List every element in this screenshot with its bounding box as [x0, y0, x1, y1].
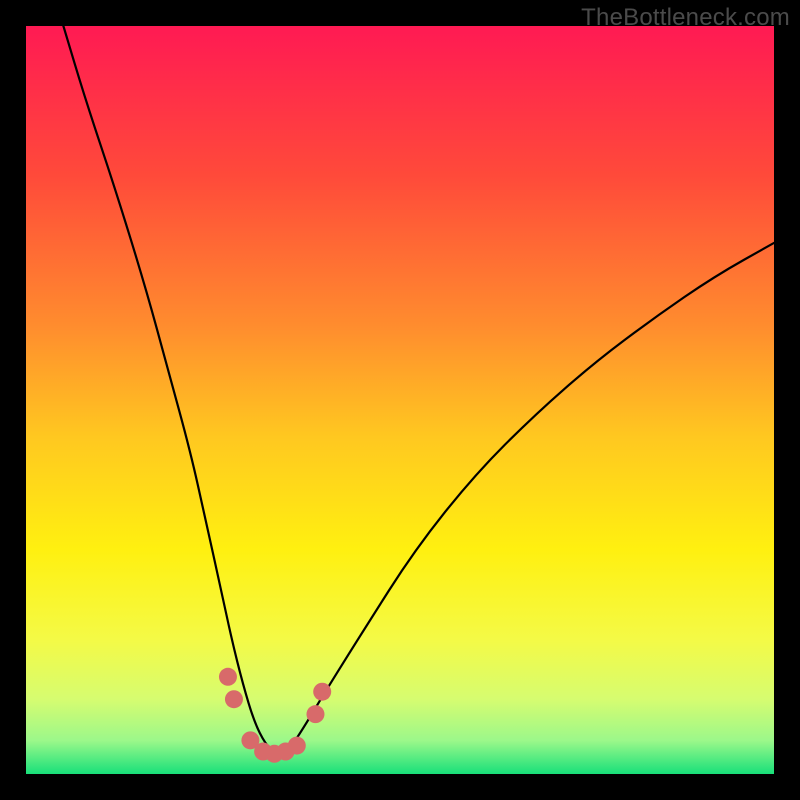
highlight-dot [288, 737, 306, 755]
highlight-dot [225, 690, 243, 708]
highlight-dot [313, 683, 331, 701]
highlight-dot [219, 668, 237, 686]
chart-background [26, 26, 774, 774]
highlight-dot [306, 705, 324, 723]
bottleneck-chart [26, 26, 774, 774]
chart-frame [26, 26, 774, 774]
